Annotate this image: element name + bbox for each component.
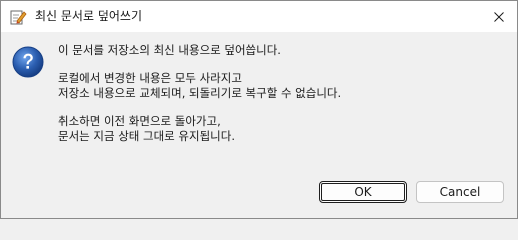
title-bar: 최신 문서로 덮어쓰기 — [1, 1, 517, 32]
message-line: 이 문서를 저장소의 최신 내용으로 덮어씁니다. — [58, 43, 281, 57]
question-icon — [12, 46, 44, 78]
edit-document-icon — [9, 8, 27, 26]
message-line: 저장소 내용으로 교체되며, 되돌리기로 복구할 수 없습니다. — [58, 86, 342, 100]
close-button[interactable] — [481, 1, 517, 32]
message-line: 문서는 지금 상태 그대로 유지됩니다. — [58, 129, 235, 143]
ok-button[interactable]: OK — [319, 181, 407, 203]
dialog-window: 최신 문서로 덮어쓰기 이 문서를 저장소의 최신 내용으로 덮어씁니다. 로컬… — [0, 0, 518, 219]
window-title: 최신 문서로 덮어쓰기 — [35, 9, 142, 23]
dialog-message: 이 문서를 저장소의 최신 내용으로 덮어씁니다. 로컬에서 변경한 내용은 모… — [58, 43, 341, 144]
cancel-button[interactable]: Cancel — [416, 181, 504, 203]
dialog-body: 이 문서를 저장소의 최신 내용으로 덮어씁니다. 로컬에서 변경한 내용은 모… — [1, 32, 517, 177]
close-icon — [494, 11, 504, 22]
message-line: 로컬에서 변경한 내용은 모두 사라지고 — [58, 71, 242, 85]
message-line: 취소하면 이전 화면으로 돌아가고, — [58, 114, 221, 128]
